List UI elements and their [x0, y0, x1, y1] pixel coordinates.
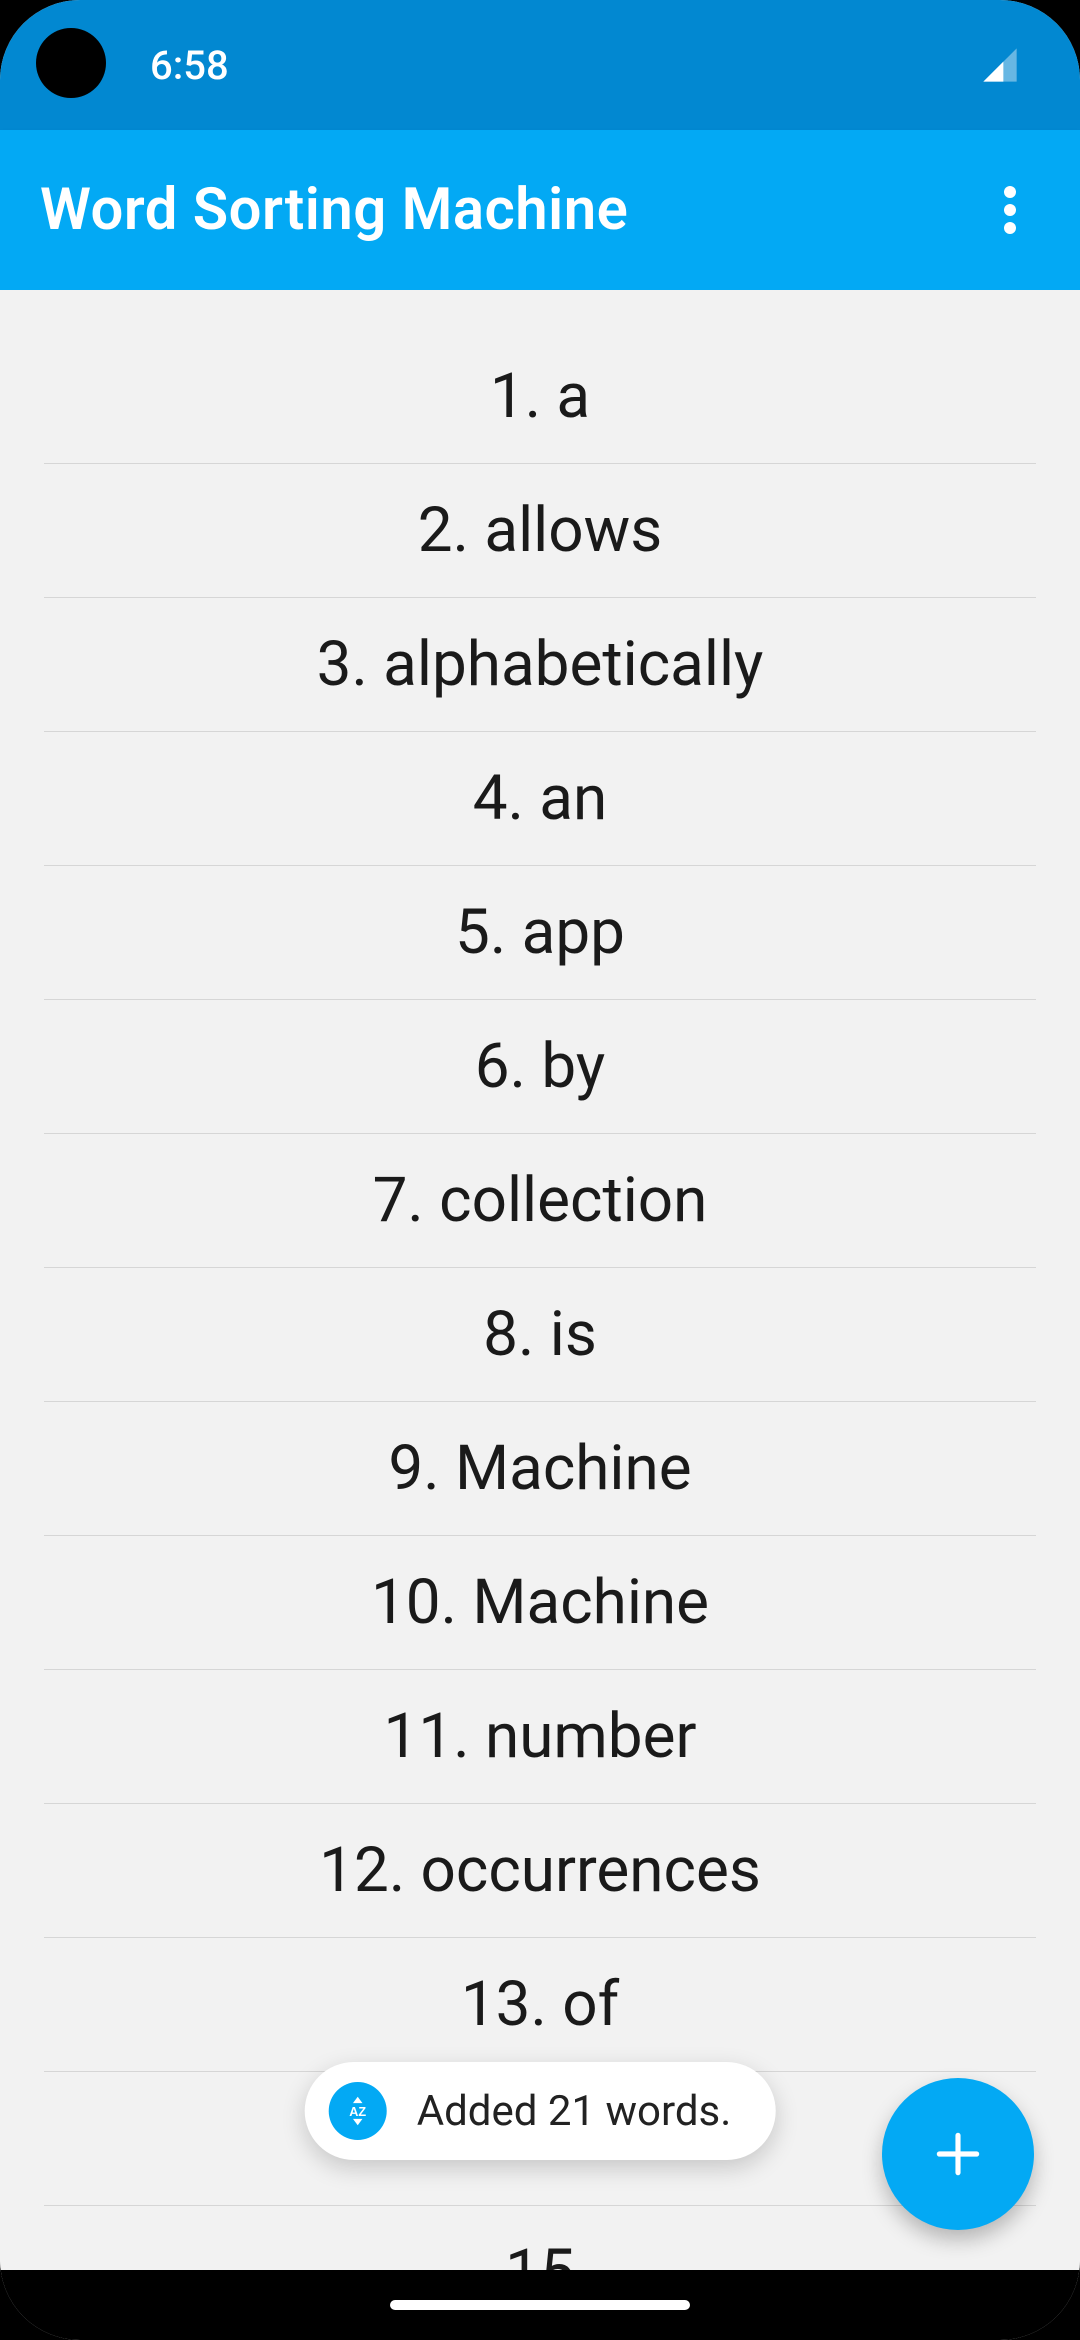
- list-item[interactable]: 11. number: [44, 1670, 1036, 1804]
- status-bar: 6:58: [0, 0, 1080, 130]
- sort-az-icon: AZ: [329, 2082, 387, 2140]
- list-item[interactable]: 6. by: [44, 1000, 1036, 1134]
- cellular-signal-icon: [980, 45, 1020, 85]
- overflow-menu-button[interactable]: [980, 180, 1040, 240]
- app-title: Word Sorting Machine: [40, 176, 628, 244]
- app-bar: Word Sorting Machine: [0, 130, 1080, 290]
- list-item[interactable]: 15: [44, 2206, 1036, 2270]
- list-item[interactable]: 2. allows: [44, 464, 1036, 598]
- list-item[interactable]: 4. an: [44, 732, 1036, 866]
- gesture-handle[interactable]: [390, 2300, 690, 2310]
- content-area: 1. a 2. allows 3. alphabetically 4. an 5…: [0, 290, 1080, 2270]
- word-list[interactable]: 1. a 2. allows 3. alphabetically 4. an 5…: [0, 330, 1080, 2270]
- list-item[interactable]: 7. collection: [44, 1134, 1036, 1268]
- list-item[interactable]: 9. Machine: [44, 1402, 1036, 1536]
- list-item[interactable]: 5. app: [44, 866, 1036, 1000]
- list-item[interactable]: 8. is: [44, 1268, 1036, 1402]
- plus-icon: [930, 2126, 986, 2182]
- list-item[interactable]: 12. occurrences: [44, 1804, 1036, 1938]
- snackbar-text: Added 21 words.: [417, 2087, 732, 2136]
- camera-notch: [36, 28, 106, 98]
- add-button[interactable]: [882, 2078, 1034, 2230]
- list-item[interactable]: 10. Machine: [44, 1536, 1036, 1670]
- system-nav-bar: [0, 2270, 1080, 2340]
- svg-text:AZ: AZ: [349, 2105, 366, 2119]
- device-frame: 6:58 Word Sorting Machine 1. a 2. allows: [0, 0, 1080, 2340]
- more-vertical-icon: [1004, 186, 1016, 234]
- status-time: 6:58: [150, 42, 229, 89]
- snackbar: AZ Added 21 words.: [305, 2062, 776, 2160]
- list-item[interactable]: 13. of: [44, 1938, 1036, 2072]
- list-item[interactable]: 1. a: [44, 330, 1036, 464]
- status-icons: [980, 45, 1020, 85]
- list-item[interactable]: 3. alphabetically: [44, 598, 1036, 732]
